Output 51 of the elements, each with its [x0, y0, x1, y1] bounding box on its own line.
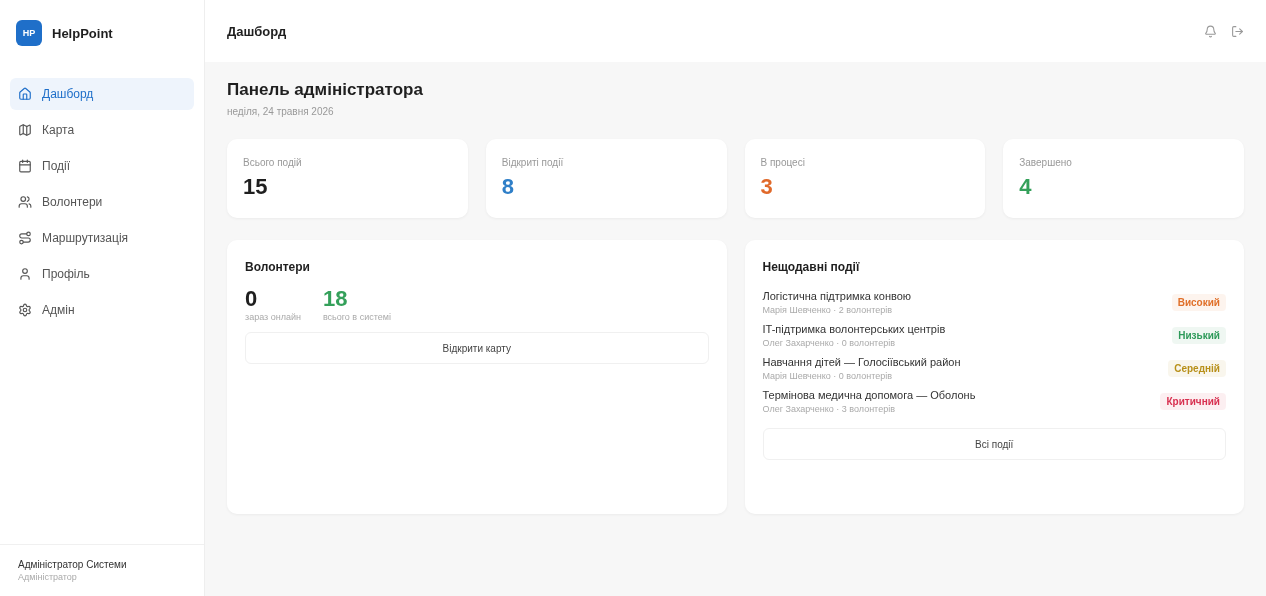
total-label: всього в системі [322, 312, 391, 322]
calendar-icon [18, 159, 32, 173]
nav-item[interactable]: Адмін [10, 294, 194, 326]
nav-item[interactable]: Дашборд [10, 78, 194, 110]
stat-label: Відкриті події [501, 157, 565, 168]
user-icon [18, 267, 32, 281]
priority-tag: Низький [1172, 327, 1226, 344]
open-map-button[interactable]: Відкрити карту [245, 332, 709, 364]
priority-tag: Критичний [1160, 393, 1226, 410]
online-label: зараз онлайн [245, 312, 301, 322]
stat-label: В процесі [760, 157, 806, 168]
user-role: Адміністратор [18, 572, 78, 582]
stat-value: 15 [243, 174, 269, 200]
bell-icon[interactable] [1204, 24, 1217, 38]
nav-item[interactable]: Профіль [10, 258, 194, 290]
event-meta: Олег Захарченко · 0 волонтерів [762, 338, 896, 348]
priority-tag: Середній [1168, 360, 1226, 377]
stat-value: 4 [1019, 174, 1033, 200]
header-title: Дашборд [227, 23, 287, 39]
event-title: Навчання дітей — Голосіївський район [762, 356, 961, 368]
settings-icon [18, 303, 32, 317]
nav-item[interactable]: Волонтери [10, 186, 194, 218]
nav-item[interactable]: Події [10, 150, 194, 182]
brand-name: HelpPoint [52, 25, 113, 41]
stat-label: Всього подій [243, 157, 303, 168]
map-icon [18, 123, 32, 137]
online-count: 0 [245, 286, 259, 312]
home-icon [18, 87, 32, 101]
logo-badge: HP [16, 20, 42, 46]
nav-item[interactable]: Маршрутизація [10, 222, 194, 254]
total-count: 18 [322, 286, 349, 312]
user-name: Адміністратор Системи [18, 559, 128, 570]
logout-icon[interactable] [1231, 24, 1244, 38]
event-title: Логістична підтримка конвою [762, 290, 912, 302]
users-icon [18, 195, 32, 209]
route-icon [18, 231, 32, 245]
event-title: Термінова медична допомога — Оболонь [762, 389, 976, 401]
all-events-button[interactable]: Всі події [762, 428, 1226, 460]
priority-tag: Високий [1171, 294, 1226, 311]
event-meta: Марія Шевченко · 0 волонтерів [762, 371, 893, 381]
stat-value: 3 [760, 174, 774, 200]
stat-label: Завершено [1019, 157, 1073, 168]
page-date: неділя, 24 травня 2026 [227, 106, 335, 117]
card-title: Нещодавні події [762, 260, 861, 274]
event-meta: Марія Шевченко · 2 волонтерів [762, 305, 893, 315]
nav-item[interactable]: Карта [10, 114, 194, 146]
event-title: IT-підтримка волонтерських центрів [762, 323, 946, 335]
page-title: Панель адміністратора [227, 80, 424, 100]
card-title: Волонтери [245, 260, 311, 274]
event-meta: Олег Захарченко · 3 волонтерів [762, 404, 896, 414]
stat-value: 8 [501, 174, 515, 200]
